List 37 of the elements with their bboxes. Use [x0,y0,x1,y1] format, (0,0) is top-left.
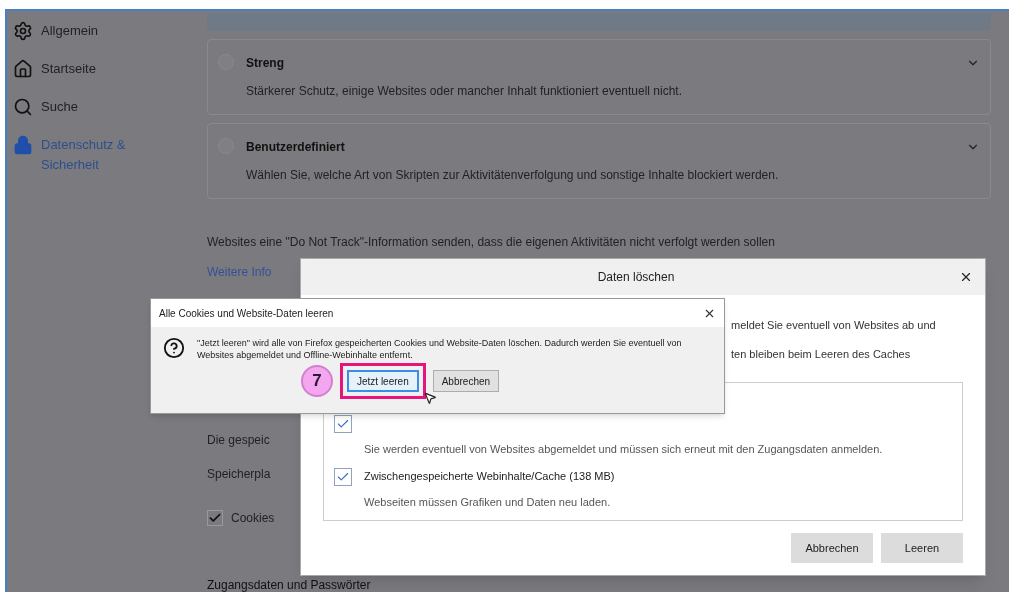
home-icon [13,59,33,79]
check-icon [336,417,350,431]
search-icon [13,97,33,117]
dnt-text: Websites eine "Do Not Track"-Information senden, dass die eigenen Aktivitäten nicht verfolgt werden sollen [207,234,776,251]
settings-icon [13,21,33,41]
checkbox[interactable] [334,415,352,433]
sidebar-item[interactable]: Allgemein [13,21,173,41]
storage-text: Die gespeic [207,432,270,449]
confirm-title: Alle Cookies und Website-Daten leeren [159,306,335,321]
confirm-button[interactable]: Abbrechen [432,370,500,392]
dialog-button[interactable]: Abbrechen [791,533,873,563]
option-description: Wählen Sie, welche Art von Skripten zur Aktivitätenverfolgung und sonstige Inhalte blockiert werden. [246,167,780,184]
lock-icon [13,135,33,155]
option-title: Streng [246,55,285,72]
storage-text: Speicherpla [207,466,271,483]
item-description: Webseiten müssen Grafiken und Daten neu laden. [363,494,612,510]
option-description: Stärkerer Schutz, einige Websites oder mancher Inhalt funktioniert eventuell nicht. [246,83,683,100]
checkbox-label: Cookies [231,510,275,527]
sidebar-item[interactable]: Suche [13,97,173,117]
sidebar-item[interactable]: Datenschutz & Sicherheit [13,135,173,174]
checkbox[interactable] [334,467,352,486]
section-heading: Zugangsdaten und Passwörter [207,579,371,591]
dialog-text: ten bleiben beim Leeren des Caches [731,346,911,362]
checkbox[interactable] [207,510,223,526]
checkbox-label: Zwischengespeicherte Webinhalte/Cache (138 MB) [364,469,615,485]
close-icon[interactable] [959,270,973,284]
question-icon [163,337,185,359]
step-number-badge: 7 [301,365,333,397]
check-icon [208,511,222,525]
dialog-title: Daten löschen [596,269,676,286]
item-description: Sie werden eventuell von Websites abgemeldet und müssen sich erneut mit den Zugangsdaten anmelden. [363,442,884,457]
cursor-icon [423,391,437,405]
confirm-message: "Jetzt leeren" wird alle von Firefox gespeicherten Cookies und Website-Daten löschen. Dadurch werden Sie eventuell von Websites abgemeldet und Offline-Webinhalte entfernt. [197,337,683,361]
option-title: Benutzerdefiniert [246,139,346,156]
dialog-button[interactable]: Leeren [881,533,963,563]
sidebar-item[interactable]: Startseite [13,59,173,79]
dialog-text: meldet Sie eventuell von Websites ab und [731,318,936,333]
